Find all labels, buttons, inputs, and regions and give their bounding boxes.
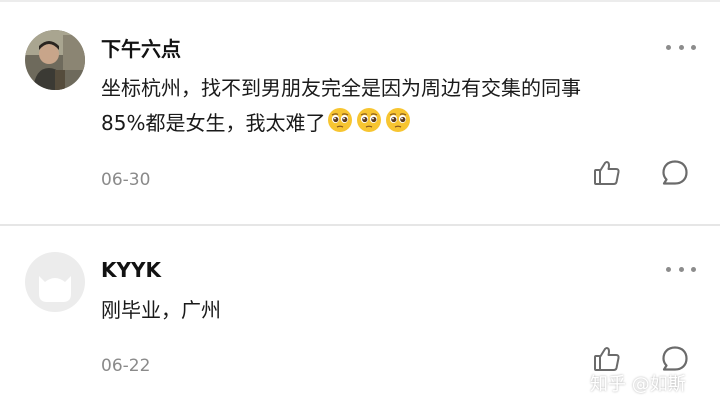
default-avatar-icon (25, 252, 85, 312)
comment-text: 刚毕业，广州 (101, 293, 681, 328)
comment-date: 06-22 (101, 356, 151, 376)
avatar[interactable] (25, 252, 85, 312)
pleading-face-emoji-icon (355, 106, 383, 145)
watermark: 知乎 @如斯 (590, 374, 686, 395)
avatar[interactable] (25, 30, 85, 90)
comment-text-line-2: 85%都是女生，我太难了 (101, 106, 681, 145)
top-divider (0, 0, 720, 2)
reply-icon[interactable] (660, 158, 690, 188)
pleading-face-emoji-icon (326, 106, 354, 145)
pleading-face-emoji-icon (384, 106, 412, 145)
comment-text: 坐标杭州，找不到男朋友完全是因为周边有交集的同事 85%都是女生，我太难了 (101, 71, 681, 145)
comment-text-line: 坐标杭州，找不到男朋友完全是因为周边有交集的同事 (101, 76, 581, 100)
comment-date: 06-30 (101, 170, 151, 190)
author-name[interactable]: KYYK (101, 258, 161, 282)
avatar-photo (25, 30, 85, 90)
comment-text-line: 刚毕业，广州 (101, 298, 221, 322)
more-icon[interactable] (666, 262, 696, 276)
comment-divider (0, 224, 720, 226)
more-icon[interactable] (666, 40, 696, 54)
comment-text-line-content: 85%都是女生，我太难了 (101, 111, 326, 135)
author-name[interactable]: 下午六点 (101, 37, 181, 61)
like-icon[interactable] (592, 158, 622, 188)
